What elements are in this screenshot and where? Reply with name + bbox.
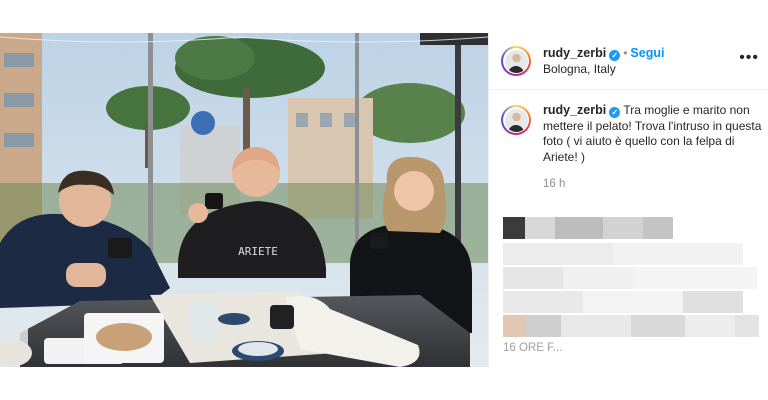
caption-username-link[interactable]: rudy_zerbi [543,103,606,117]
verified-badge-icon: ✓ [609,50,621,61]
instagram-post: ARIETE rudy_zerbi ✓ • Segui Bologna, Ita… [0,33,768,367]
follow-button[interactable]: Segui [630,46,664,60]
post-header-text: rudy_zerbi ✓ • Segui Bologna, Italy [543,45,664,77]
caption: rudy_zerbi ✓ Tra moglie e marito non mett… [489,103,768,193]
username-link[interactable]: rudy_zerbi [543,46,606,60]
location-link[interactable]: Bologna, Italy [543,61,664,77]
post-header: rudy_zerbi ✓ • Segui Bologna, Italy ••• [489,33,768,90]
profile-picture [504,108,528,132]
caption-body: rudy_zerbi ✓ Tra moglie e marito non mett… [543,103,763,193]
comment-time: 16 ORE F... [503,342,563,354]
profile-picture [504,49,528,73]
post-side-panel: rudy_zerbi ✓ • Segui Bologna, Italy ••• rud… [488,33,768,367]
post-time: 16 h [543,178,566,190]
more-options-icon[interactable]: ••• [739,50,759,66]
post-photo[interactable]: ARIETE [0,33,488,367]
avatar[interactable] [501,46,531,76]
hoodie-print: ARIETE [238,245,278,258]
verified-badge-icon: ✓ [609,107,621,118]
caption-avatar[interactable] [501,105,531,135]
pixelated-comments [503,209,761,359]
cafe-scene-illustration: ARIETE [0,33,488,367]
separator-dot: • [623,46,628,60]
